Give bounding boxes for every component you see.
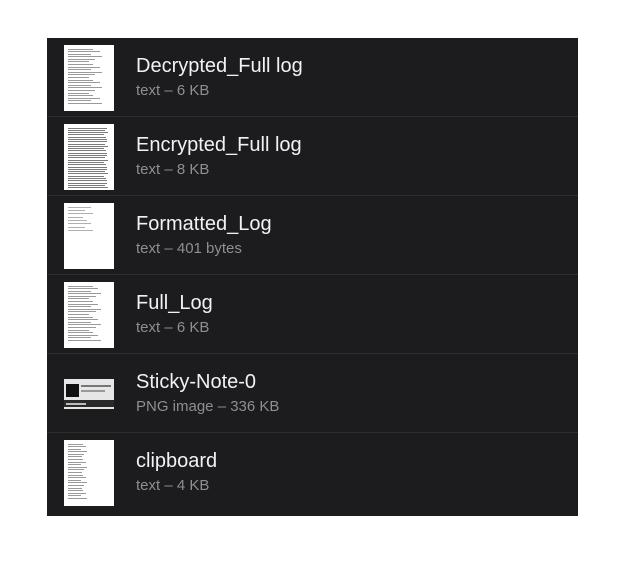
file-info: text – 4 KB — [136, 477, 210, 494]
file-list: Decrypted_Full log text – 6 KB Encrypted… — [47, 38, 578, 516]
file-row-formatted-log[interactable]: Formatted_Log text – 401 bytes — [47, 196, 578, 275]
file-meta: Sticky-Note-0 PNG image – 336 KB — [136, 370, 279, 417]
file-meta: Formatted_Log text – 401 bytes — [136, 212, 272, 259]
file-row-full-log[interactable]: Full_Log text – 6 KB — [47, 275, 578, 354]
file-row-sticky-note-0[interactable]: Sticky-Note-0 PNG image – 336 KB — [47, 354, 578, 433]
file-name: Encrypted_Full log — [136, 134, 302, 156]
text-file-thumbnail-icon — [62, 202, 116, 269]
file-meta: clipboard text – 4 KB — [136, 449, 217, 496]
text-file-thumbnail-icon — [62, 123, 116, 190]
file-row-encrypted-full-log[interactable]: Encrypted_Full log text – 8 KB — [47, 117, 578, 196]
file-name: Decrypted_Full log — [136, 55, 303, 77]
text-file-thumbnail-icon — [62, 281, 116, 348]
file-info: text – 6 KB — [136, 82, 210, 99]
file-meta: Encrypted_Full log text – 8 KB — [136, 133, 302, 180]
text-file-thumbnail-icon — [62, 44, 116, 111]
file-name: clipboard — [136, 450, 218, 472]
file-meta: Full_Log text – 6 KB — [136, 291, 213, 338]
file-info: PNG image – 336 KB — [136, 398, 280, 415]
file-name: Full_Log — [136, 292, 213, 314]
file-info: text – 401 bytes — [136, 240, 242, 257]
file-name: Formatted_Log — [136, 213, 272, 235]
png-image-thumbnail-icon — [62, 361, 116, 427]
file-row-decrypted-full-log[interactable]: Decrypted_Full log text – 6 KB — [47, 38, 578, 117]
text-file-thumbnail-icon — [62, 439, 116, 506]
file-info: text – 6 KB — [136, 319, 210, 336]
file-info: text – 8 KB — [136, 161, 210, 178]
file-row-clipboard[interactable]: clipboard text – 4 KB — [47, 433, 578, 512]
file-meta: Decrypted_Full log text – 6 KB — [136, 54, 303, 101]
file-name: Sticky-Note-0 — [136, 371, 257, 393]
